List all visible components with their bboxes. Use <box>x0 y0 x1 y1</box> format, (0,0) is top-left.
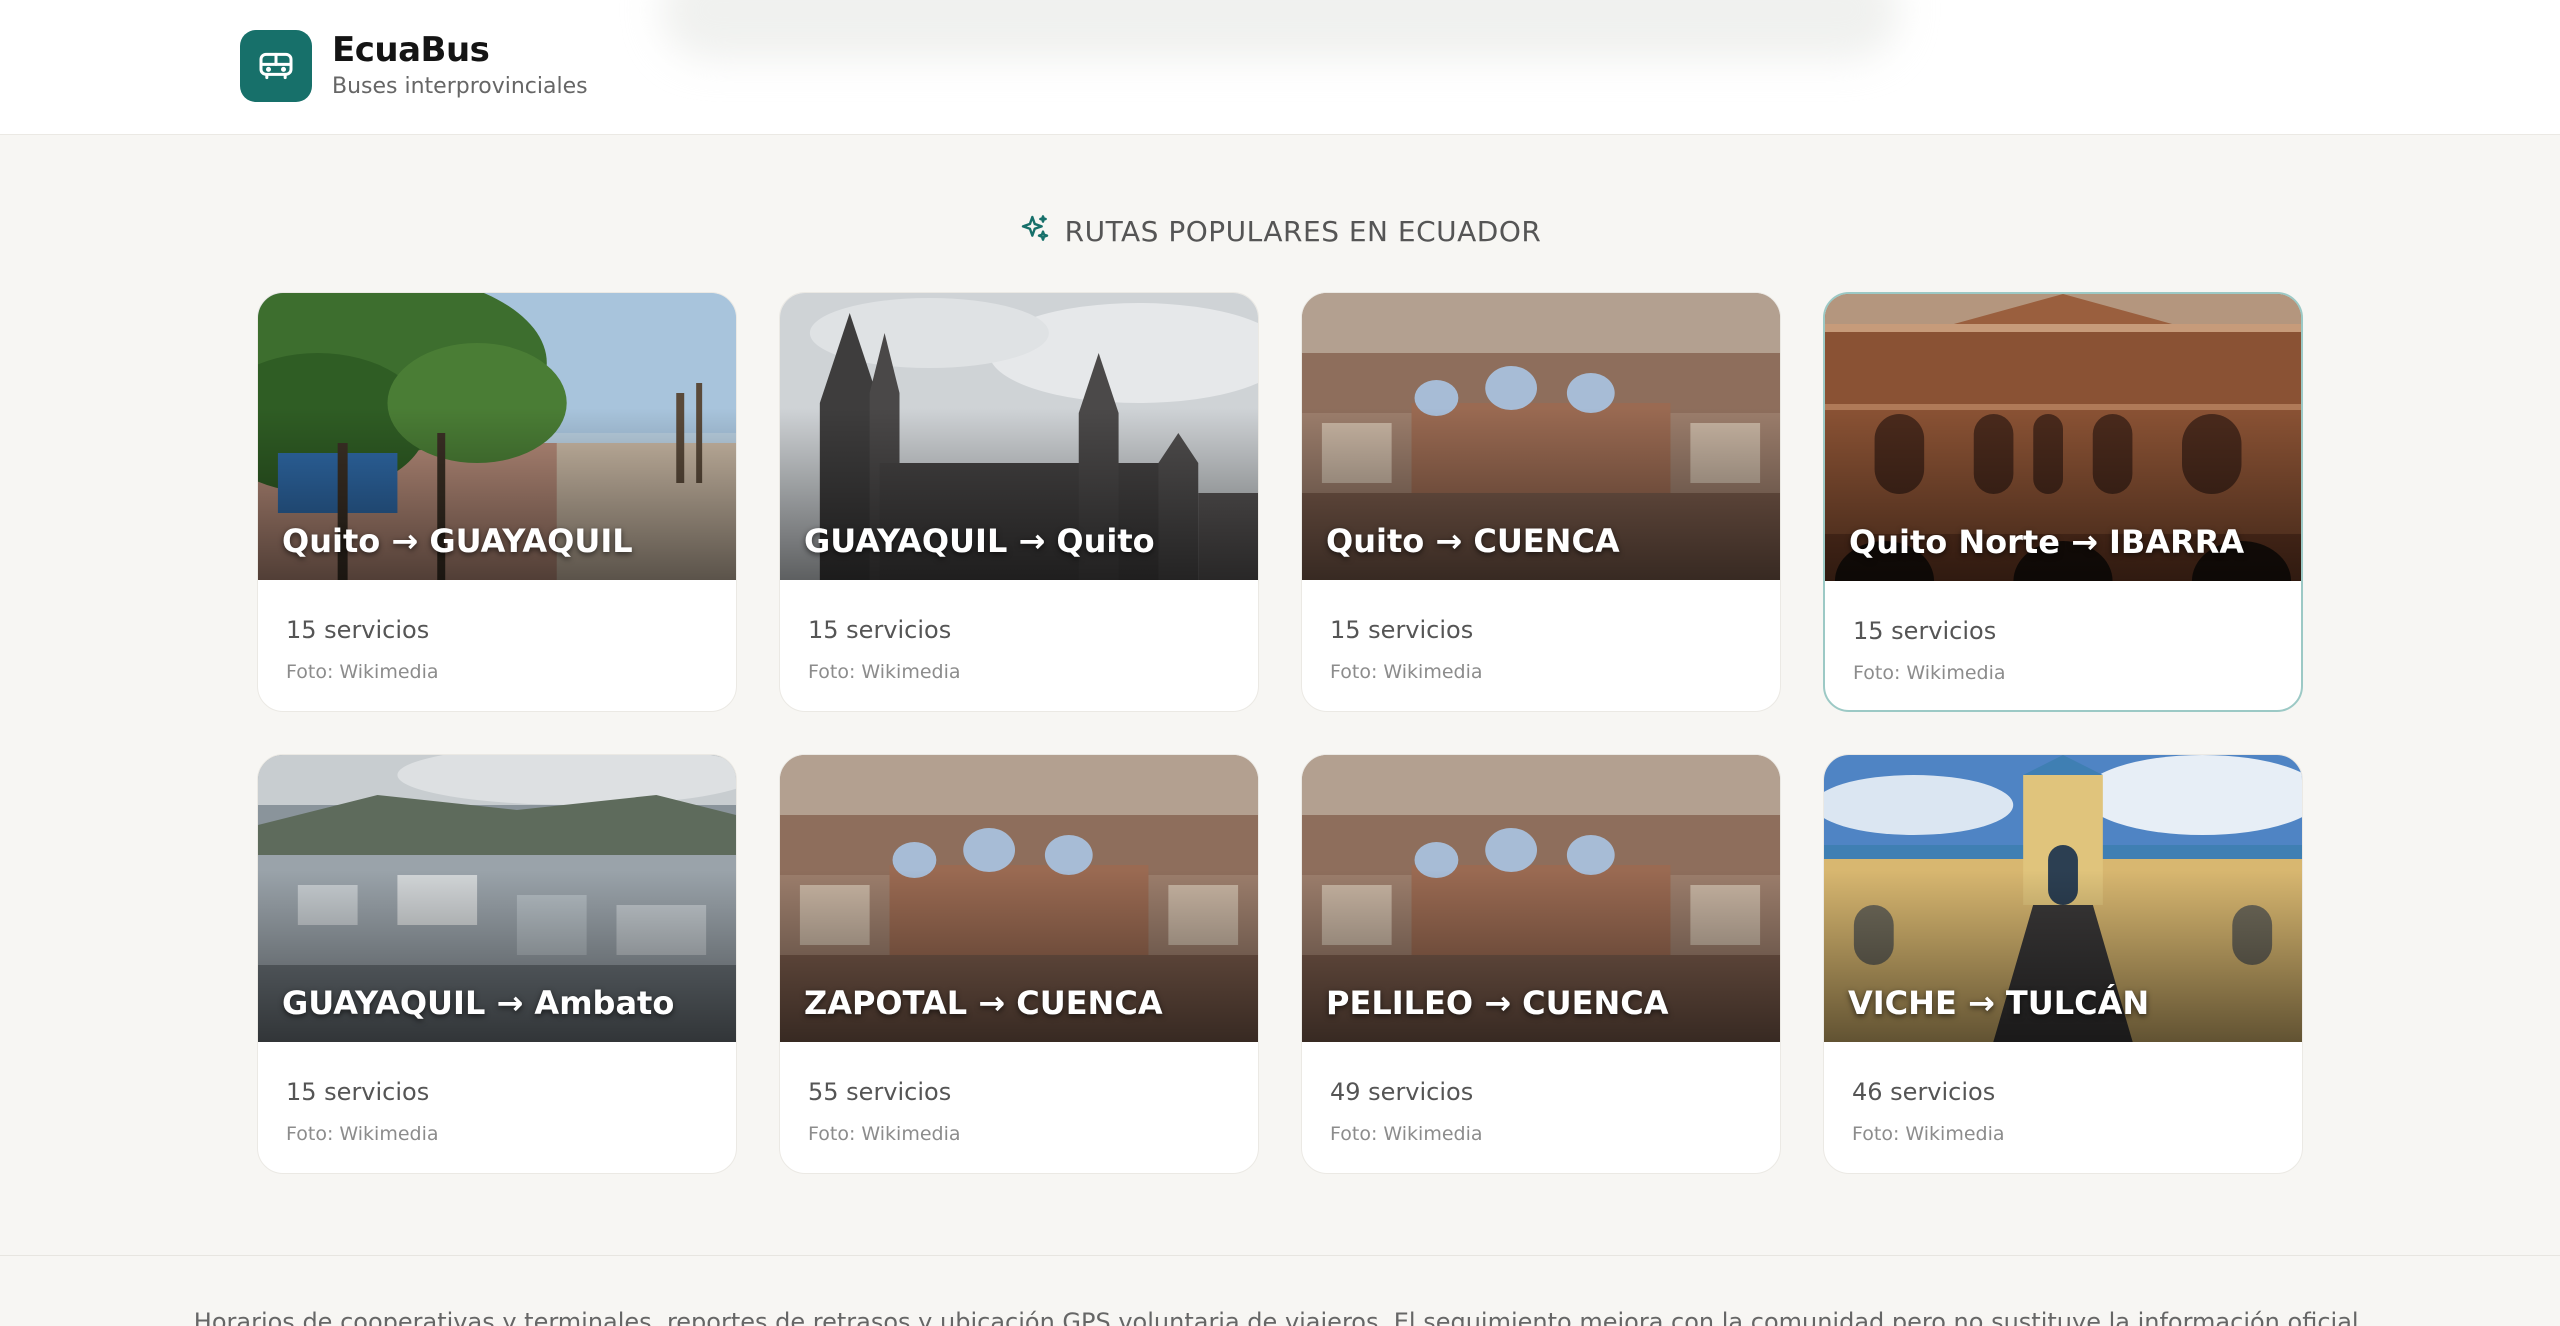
route-title: ZAPOTAL → CUENCA <box>804 984 1163 1022</box>
route-card[interactable]: VICHE → TULCÁN 46 servicios Foto: Wikime… <box>1823 754 2303 1174</box>
route-service-count: 15 servicios <box>286 1078 430 1106</box>
photo-credit: Foto: Wikimedia <box>808 1123 961 1145</box>
app-header: EcuaBus Buses interprovinciales <box>0 0 2560 135</box>
photo-credit: Foto: Wikimedia <box>1330 1123 1483 1145</box>
routes-grid: Quito → GUAYAQUIL 15 servicios Foto: Wik… <box>257 292 2304 1174</box>
photo-credit: Foto: Wikimedia <box>808 661 961 683</box>
route-service-count: 55 servicios <box>808 1078 952 1106</box>
brand-subtitle: Buses interprovinciales <box>332 74 588 99</box>
route-title: Quito → GUAYAQUIL <box>282 522 633 560</box>
route-photo: VICHE → TULCÁN <box>1824 755 2302 1042</box>
route-card[interactable]: GUAYAQUIL → Quito 15 servicios Foto: Wik… <box>779 292 1259 712</box>
photo-credit: Foto: Wikimedia <box>286 661 439 683</box>
footer-disclaimer: Horarios de cooperativas y terminales, r… <box>193 1308 2367 1326</box>
route-photo: Quito → GUAYAQUIL <box>258 293 736 580</box>
brand-title: EcuaBus <box>332 30 490 70</box>
route-title: GUAYAQUIL → Ambato <box>282 984 675 1022</box>
route-title: GUAYAQUIL → Quito <box>804 522 1155 560</box>
sparkle-icon <box>1019 213 1051 249</box>
footer: Horarios de cooperativas y terminales, r… <box>0 1255 2560 1326</box>
route-photo: PELILEO → CUENCA <box>1302 755 1780 1042</box>
route-card[interactable]: PELILEO → CUENCA 49 servicios Foto: Wiki… <box>1301 754 1781 1174</box>
route-card[interactable]: Quito → GUAYAQUIL 15 servicios Foto: Wik… <box>257 292 737 712</box>
route-title: Quito → CUENCA <box>1326 522 1620 560</box>
route-photo: Quito → CUENCA <box>1302 293 1780 580</box>
route-title: PELILEO → CUENCA <box>1326 984 1669 1022</box>
route-service-count: 15 servicios <box>286 616 430 644</box>
photo-credit: Foto: Wikimedia <box>1852 1123 2005 1145</box>
photo-credit: Foto: Wikimedia <box>286 1123 439 1145</box>
section-heading: RUTAS POPULARES EN ECUADOR <box>0 206 2560 256</box>
section-title: RUTAS POPULARES EN ECUADOR <box>1064 214 1542 248</box>
route-card[interactable]: Quito Norte → IBARRA 15 servicios Foto: … <box>1823 292 2303 712</box>
search-bar-shadow <box>660 0 1900 60</box>
brand[interactable]: EcuaBus Buses interprovinciales <box>240 30 588 102</box>
route-service-count: 49 servicios <box>1330 1078 1474 1106</box>
route-photo: Quito Norte → IBARRA <box>1825 294 2301 581</box>
route-title: Quito Norte → IBARRA <box>1849 523 2245 561</box>
route-card[interactable]: GUAYAQUIL → Ambato 15 servicios Foto: Wi… <box>257 754 737 1174</box>
route-service-count: 46 servicios <box>1852 1078 1996 1106</box>
route-service-count: 15 servicios <box>1330 616 1474 644</box>
photo-credit: Foto: Wikimedia <box>1853 662 2006 684</box>
bus-icon <box>240 30 312 102</box>
route-photo: ZAPOTAL → CUENCA <box>780 755 1258 1042</box>
route-title: VICHE → TULCÁN <box>1848 984 2150 1022</box>
route-card[interactable]: ZAPOTAL → CUENCA 55 servicios Foto: Wiki… <box>779 754 1259 1174</box>
route-service-count: 15 servicios <box>1853 617 1997 645</box>
photo-credit: Foto: Wikimedia <box>1330 661 1483 683</box>
route-card[interactable]: Quito → CUENCA 15 servicios Foto: Wikime… <box>1301 292 1781 712</box>
route-service-count: 15 servicios <box>808 616 952 644</box>
route-photo: GUAYAQUIL → Ambato <box>258 755 736 1042</box>
route-photo: GUAYAQUIL → Quito <box>780 293 1258 580</box>
